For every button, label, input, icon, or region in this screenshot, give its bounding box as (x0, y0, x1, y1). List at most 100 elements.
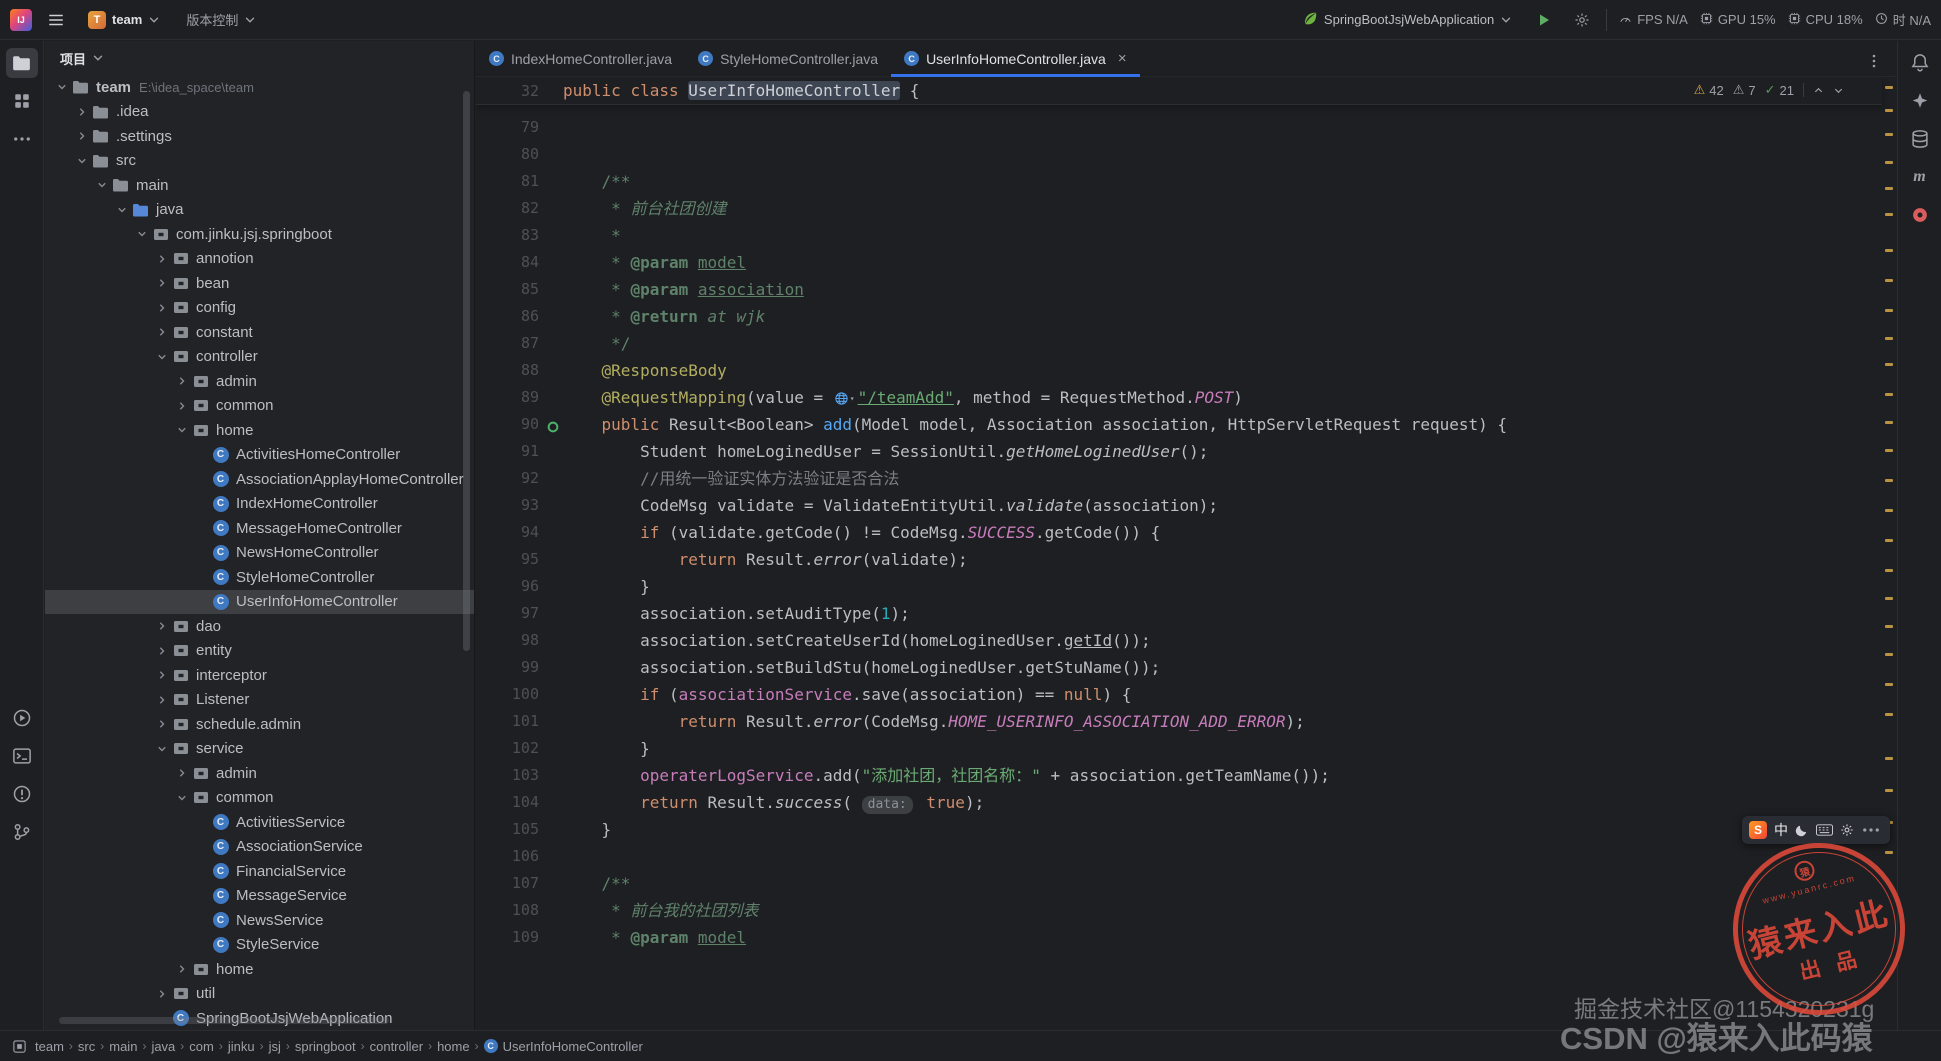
chevron-right-icon[interactable] (173, 399, 191, 413)
code-line[interactable]: 82 * 前台社团创建 (476, 195, 1882, 222)
warning-stripe-mark[interactable] (1885, 363, 1893, 366)
tree-item[interactable]: home (45, 418, 474, 443)
sogou-logo-icon[interactable]: S (1749, 821, 1767, 839)
tree-item[interactable]: C StyleService (45, 933, 474, 958)
code-line[interactable]: 104 return Result.success( data: true); (476, 789, 1882, 816)
tab-options-icon[interactable] (1860, 47, 1888, 75)
warning-stripe-mark[interactable] (1885, 213, 1893, 216)
editor-tab[interactable]: C StyleHomeController.java (685, 41, 891, 76)
tree-item[interactable]: C UserInfoHomeController (45, 589, 474, 614)
chevron-down-icon[interactable] (1833, 85, 1844, 96)
tree-item[interactable]: C ActivitiesService (45, 810, 474, 835)
project-widget[interactable]: T team (80, 6, 168, 34)
project-vertical-scrollbar[interactable] (463, 91, 470, 651)
warning-stripe-mark[interactable] (1885, 509, 1893, 512)
line-number[interactable]: 96 (476, 573, 563, 600)
code-line[interactable]: 92 //用统一验证实体方法验证是否合法 (476, 465, 1882, 492)
sticky-header-line[interactable]: 32 public class UserInfoHomeController { (476, 77, 1882, 105)
line-number[interactable]: 105 (476, 816, 563, 843)
run-tool-icon[interactable] (6, 703, 38, 733)
breadcrumb-item[interactable]: main (109, 1039, 137, 1054)
tree-item[interactable]: com.jinku.jsj.springboot (45, 222, 474, 247)
breadcrumb-item[interactable]: controller (370, 1039, 423, 1054)
tree-item[interactable]: constant (45, 320, 474, 345)
error-stripe[interactable] (1882, 77, 1896, 1030)
tree-item[interactable]: admin (45, 369, 474, 394)
warning-stripe-mark[interactable] (1885, 279, 1893, 282)
git-tool-icon[interactable] (6, 817, 38, 847)
line-number[interactable]: 32 (476, 77, 563, 104)
line-number[interactable]: 92 (476, 465, 563, 492)
code-line[interactable]: 94 if (validate.getCode() != CodeMsg.SUC… (476, 519, 1882, 546)
code-line[interactable]: 89 @RequestMapping(value = ▾ "/teamAdd", … (476, 384, 1882, 411)
more-tool-icon[interactable] (6, 124, 38, 154)
inspection-badge[interactable]: ⚠ 7 (1733, 82, 1756, 98)
code-line[interactable]: 102 } (476, 735, 1882, 762)
code-line[interactable]: 90 public Result<Boolean> add(Model mode… (476, 411, 1882, 438)
code-line[interactable]: 108 * 前台我的社团列表 (476, 897, 1882, 924)
close-icon[interactable]: × (1118, 51, 1127, 66)
code-line[interactable]: 86 * @return at wjk (476, 303, 1882, 330)
tree-item[interactable]: common (45, 394, 474, 419)
line-number[interactable]: 87 (476, 330, 563, 357)
warning-stripe-mark[interactable] (1885, 421, 1893, 424)
plugin-tool-icon[interactable] (1904, 200, 1936, 230)
line-number[interactable]: 86 (476, 303, 563, 330)
chevron-right-icon[interactable] (153, 987, 171, 1001)
chevron-down-icon[interactable] (53, 80, 71, 94)
tree-item[interactable]: C IndexHomeController (45, 492, 474, 517)
chevron-down-icon[interactable] (153, 350, 171, 364)
line-number[interactable]: 91 (476, 438, 563, 465)
code-line[interactable]: 107 /** (476, 870, 1882, 897)
code-line[interactable]: 93 CodeMsg validate = ValidateEntityUtil… (476, 492, 1882, 519)
warning-stripe-mark[interactable] (1885, 86, 1893, 89)
line-number[interactable]: 79 (476, 114, 563, 141)
tree-item[interactable]: C NewsService (45, 908, 474, 933)
project-horizontal-scrollbar[interactable] (59, 1017, 389, 1024)
chevron-right-icon[interactable] (153, 717, 171, 731)
main-menu-icon[interactable] (42, 6, 70, 34)
line-number[interactable]: 82 (476, 195, 563, 222)
line-number[interactable]: 98 (476, 627, 563, 654)
line-number[interactable]: 103 (476, 762, 563, 789)
chevron-right-icon[interactable] (153, 693, 171, 707)
chevron-down-icon[interactable] (133, 227, 151, 241)
warning-stripe-mark[interactable] (1885, 653, 1893, 656)
code-line[interactable]: 88 @ResponseBody (476, 357, 1882, 384)
breadcrumb-item[interactable]: java (151, 1039, 175, 1054)
tree-item[interactable]: C ActivitiesHomeController (45, 443, 474, 468)
line-number[interactable]: 94 (476, 519, 563, 546)
line-number[interactable]: 90 (476, 411, 563, 438)
line-number[interactable]: 84 (476, 249, 563, 276)
warning-stripe-mark[interactable] (1885, 393, 1893, 396)
warning-stripe-mark[interactable] (1885, 249, 1893, 252)
line-number[interactable]: 104 (476, 789, 563, 816)
tree-item[interactable]: C NewsHomeController (45, 541, 474, 566)
chevron-right-icon[interactable] (153, 252, 171, 266)
line-number[interactable]: 88 (476, 357, 563, 384)
project-panel-header[interactable]: 项目 (45, 41, 474, 75)
line-number[interactable]: 108 (476, 897, 563, 924)
tree-item[interactable]: home (45, 957, 474, 982)
tree-item[interactable]: config (45, 296, 474, 321)
chevron-right-icon[interactable] (153, 325, 171, 339)
chevron-right-icon[interactable] (153, 644, 171, 658)
warning-stripe-mark[interactable] (1885, 569, 1893, 572)
warning-stripe-mark[interactable] (1885, 337, 1893, 340)
inspection-badge[interactable]: ⚠ 42 (1694, 82, 1724, 98)
inspection-badge[interactable]: ✓ 21 (1765, 82, 1794, 98)
tree-item[interactable]: main (45, 173, 474, 198)
code-line[interactable]: 84 * @param model (476, 249, 1882, 276)
moon-icon[interactable] (1795, 823, 1809, 837)
chevron-right-icon[interactable] (73, 129, 91, 143)
line-number[interactable]: 97 (476, 600, 563, 627)
tree-item[interactable]: common (45, 786, 474, 811)
url-globe-icon[interactable]: ▾ (834, 385, 855, 412)
tree-item[interactable]: C FinancialService (45, 859, 474, 884)
warning-stripe-mark[interactable] (1885, 851, 1893, 854)
tree-item[interactable]: service (45, 737, 474, 762)
code-line[interactable]: 101 return Result.error(CodeMsg.HOME_USE… (476, 708, 1882, 735)
breadcrumb-item[interactable]: jsj (269, 1039, 281, 1054)
warning-stripe-mark[interactable] (1885, 683, 1893, 686)
tree-item[interactable]: util (45, 982, 474, 1007)
